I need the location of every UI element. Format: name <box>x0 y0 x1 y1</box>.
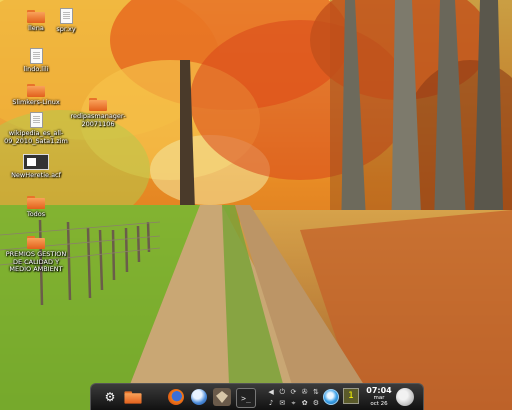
desktop-icon-lindo[interactable]: lindo.lili <box>4 48 68 74</box>
desktop-icon-premios[interactable]: PREMIOS GESTION DE CALIDAD Y MEDIO AMBIE… <box>4 236 68 274</box>
desktop-icon-label: spr.xy <box>56 25 76 33</box>
firefox-launcher[interactable] <box>167 388 185 406</box>
desktop-icon-label: redipasmanager-20071106 <box>70 112 126 128</box>
network-browser-icon <box>191 389 207 405</box>
flower-icon[interactable]: ✿ <box>300 399 310 409</box>
terminal-launcher[interactable]: >_ <box>236 388 256 408</box>
network-browser-launcher[interactable] <box>190 388 208 406</box>
folder-icon <box>27 196 45 209</box>
desktop-icon-label: Slimkers-Linux <box>12 98 60 106</box>
desktop-icon-wikipedia[interactable]: wikipedia_es_all-09_2010_Sata1.zim <box>4 112 68 145</box>
network-icon[interactable]: ⇅ <box>311 388 321 398</box>
clock[interactable]: 07:04 mar oct 26 <box>365 386 393 407</box>
power-icon[interactable]: ⏻ <box>277 388 287 398</box>
firefox-icon <box>168 389 184 405</box>
update-icon[interactable]: ⟳ <box>288 388 298 398</box>
terminal-icon: >_ <box>241 393 251 403</box>
desktop-icon-label: Todos <box>26 210 46 218</box>
folder-icon <box>27 236 45 249</box>
desktop-icon-todos[interactable]: Todos <box>4 196 68 219</box>
folder-icon <box>27 84 45 97</box>
mail-icon[interactable]: ✉ <box>277 399 287 409</box>
desktop-icon-spr[interactable]: spr.xy <box>34 8 98 34</box>
desktop-icon-label: lindo.lili <box>23 65 49 73</box>
folder-icon <box>89 98 107 111</box>
network-manager-icon[interactable] <box>323 389 339 405</box>
moon-phase-icon[interactable] <box>396 388 414 406</box>
desktop-icon-label: wikipedia_es_all-09_2010_Sata1.zim <box>4 129 68 145</box>
desktop-icon-label: NewHeretie.acf <box>11 171 61 179</box>
desktop-icon-newheretie[interactable]: NewHeretie.acf <box>4 154 68 180</box>
home-folder-launcher[interactable] <box>124 388 142 406</box>
desktop-icon-slimkers[interactable]: Slimkers-Linux <box>4 84 68 107</box>
virtualbox-icon <box>216 391 228 403</box>
desktop-icon-label: PREMIOS GESTION DE CALIDAD Y MEDIO AMBIE… <box>5 250 67 273</box>
autumn-road-wallpaper <box>0 0 512 410</box>
settings-icon[interactable]: ⚙ <box>311 399 321 409</box>
kde-menu-icon: ⚙ <box>104 390 116 404</box>
home-folder-icon <box>124 390 142 404</box>
clock-time: 07:04 <box>366 386 392 395</box>
virtualbox-launcher[interactable] <box>213 388 231 406</box>
taskbar-panel: ⚙ >_ ◀ ⏻ ⟳ ✇ ⇅ ♪ ✉ ⌖ ✿ ⚙ 1 07:04 mar oct… <box>90 383 424 410</box>
locate-icon[interactable]: ⌖ <box>288 399 298 409</box>
desktop-wallpaper <box>0 0 512 410</box>
desktop-icon-redipasmanager[interactable]: redipasmanager-20071106 <box>66 98 130 128</box>
document-icon <box>29 48 43 64</box>
system-tray: ◀ ⏻ ⟳ ✇ ⇅ ♪ ✉ ⌖ ✿ ⚙ <box>266 388 321 408</box>
device-icon[interactable]: ✇ <box>300 388 310 398</box>
clock-date: oct 26 <box>370 401 388 407</box>
tray-arrow-icon[interactable]: ◀ <box>266 388 276 398</box>
document-icon <box>29 112 43 128</box>
application-icon <box>23 154 49 170</box>
notes-icon[interactable]: 1 <box>343 388 359 404</box>
volume-icon[interactable]: ♪ <box>266 399 276 409</box>
kde-menu-button[interactable]: ⚙ <box>101 388 119 406</box>
document-icon <box>59 8 73 24</box>
